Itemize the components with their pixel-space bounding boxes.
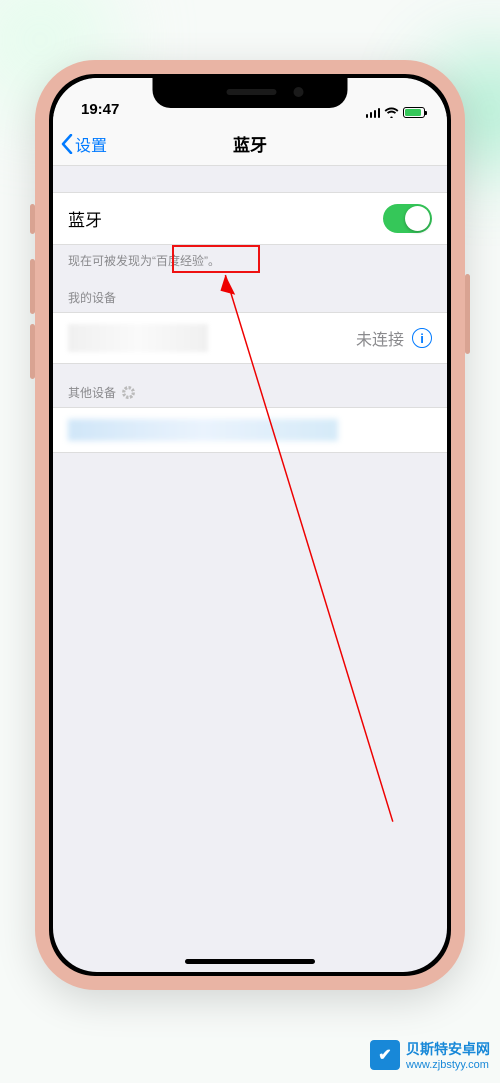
page-title: 蓝牙 xyxy=(233,131,267,156)
power-button xyxy=(465,274,470,354)
signal-icon xyxy=(366,108,381,118)
mute-switch xyxy=(30,204,35,234)
nav-bar: 设置 蓝牙 xyxy=(53,122,447,166)
back-button[interactable]: 设置 xyxy=(61,122,107,165)
status-time: 19:47 xyxy=(81,101,119,118)
other-device-row[interactable] xyxy=(53,407,447,453)
spinner-icon xyxy=(122,386,135,399)
notch xyxy=(153,78,348,108)
device-status: 未连接 i xyxy=(356,326,432,350)
screen: 19:47 设置 蓝牙 蓝牙 现在可被发现为“百度经验”。 我的设备 未连接 xyxy=(53,78,447,972)
bluetooth-label: 蓝牙 xyxy=(68,206,102,231)
volume-up-button xyxy=(30,259,35,314)
phone-frame: 19:47 设置 蓝牙 蓝牙 现在可被发现为“百度经验”。 我的设备 未连接 xyxy=(35,60,465,990)
bluetooth-switch[interactable] xyxy=(383,204,432,233)
battery-icon xyxy=(403,107,425,118)
back-label: 设置 xyxy=(75,132,107,156)
bluetooth-toggle-row: 蓝牙 xyxy=(53,192,447,245)
discoverable-text: 现在可被发现为“百度经验”。 xyxy=(53,245,447,269)
my-devices-header: 我的设备 xyxy=(53,269,447,312)
other-devices-label: 其他设备 xyxy=(68,384,116,401)
watermark-logo: ✔ xyxy=(370,1040,400,1070)
volume-down-button xyxy=(30,324,35,379)
watermark: ✔ 贝斯特安卓网 www.zjbstyy.com xyxy=(370,1039,490,1071)
watermark-url: www.zjbstyy.com xyxy=(406,1059,490,1071)
watermark-title: 贝斯特安卓网 xyxy=(406,1039,490,1059)
device-status-text: 未连接 xyxy=(356,326,404,350)
wifi-icon xyxy=(384,107,399,118)
info-icon[interactable]: i xyxy=(412,328,432,348)
other-devices-header: 其他设备 xyxy=(53,364,447,407)
status-icons xyxy=(366,107,426,118)
chevron-left-icon xyxy=(61,134,73,154)
other-device-name-redacted xyxy=(68,419,338,441)
home-indicator xyxy=(185,959,315,964)
my-device-row[interactable]: 未连接 i xyxy=(53,312,447,364)
device-name-redacted xyxy=(68,324,208,352)
